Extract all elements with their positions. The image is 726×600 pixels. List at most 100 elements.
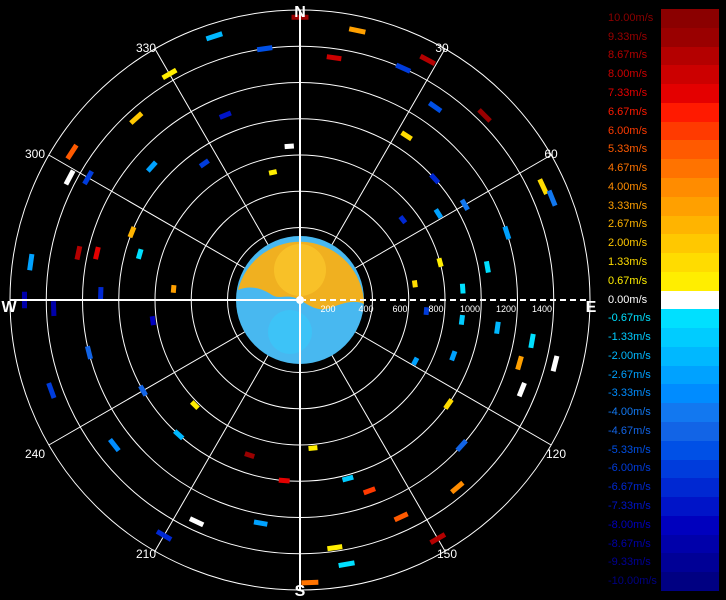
velocity-sample-57 (93, 246, 101, 260)
velocity-sample-11 (398, 215, 408, 225)
velocity-sample-26 (516, 382, 527, 398)
velocity-sample-4 (395, 62, 412, 74)
velocity-sample-69 (268, 169, 278, 176)
legend-label: 8.00m/s (608, 68, 648, 81)
velocity-sample-25 (449, 350, 458, 362)
legend-label: -2.67m/s (608, 368, 651, 381)
direction-label-east: E (586, 299, 597, 316)
velocity-sample-5 (427, 100, 443, 114)
legend-label: 2.67m/s (608, 218, 648, 231)
legend-label: 0.67m/s (608, 274, 648, 287)
velocity-sample-17 (411, 280, 418, 288)
legend-swatch (661, 497, 719, 517)
legend-label: 6.67m/s (608, 105, 648, 118)
velocity-sample-20 (458, 314, 465, 326)
velocity-sample-41 (244, 451, 256, 460)
legend-swatch (661, 234, 719, 254)
legend-label: 3.33m/s (608, 199, 648, 212)
velocity-sample-43 (155, 529, 173, 542)
radar-ppi-chart: N E S W 30 60 120 150 210 240 300 330 20… (1, 4, 597, 600)
legend-label: -9.33m/s (608, 556, 651, 569)
direction-label-north: N (294, 4, 306, 21)
legend-label: 10.00m/s (608, 11, 654, 24)
legend-swatch (661, 403, 719, 423)
legend-swatch (661, 290, 719, 310)
velocity-sample-16 (483, 260, 491, 274)
legend-swatch (661, 65, 719, 85)
velocity-sample-51 (50, 301, 57, 317)
range-label-600: 600 (392, 304, 407, 314)
legend-label: -6.67m/s (608, 481, 651, 494)
velocity-sample-67 (218, 110, 232, 120)
velocity-sample-6 (400, 130, 413, 142)
velocity-sample-23 (550, 355, 560, 372)
velocity-sample-21 (494, 321, 501, 335)
velocity-sample-45 (189, 400, 200, 411)
legend-label: 1.33m/s (608, 255, 648, 268)
legend-swatch (661, 271, 719, 292)
velocity-sample-53 (98, 286, 104, 300)
legend-label: 7.33m/s (608, 86, 648, 99)
legend-swatch (661, 84, 719, 104)
velocity-sample-10 (459, 198, 470, 212)
legend-swatch (661, 422, 719, 442)
velocity-sample-39 (278, 477, 290, 484)
direction-label-west: W (1, 299, 17, 316)
velocity-sample-62 (65, 143, 79, 161)
legend-label: 4.67m/s (608, 162, 648, 175)
range-label-1400: 1400 (532, 304, 552, 314)
velocity-sample-71 (284, 143, 295, 150)
legend-swatch (661, 478, 719, 498)
legend-label: 2.00m/s (608, 237, 648, 250)
velocity-sample-48 (46, 382, 57, 399)
velocity-sample-29 (455, 439, 468, 453)
legend-swatch (661, 534, 719, 554)
legend-swatch (661, 102, 719, 123)
velocity-sample-70 (256, 45, 273, 53)
legend-swatch (661, 196, 719, 216)
velocity-sample-13 (546, 189, 558, 207)
azimuth-label-30: 30 (435, 41, 449, 55)
legend-swatch (661, 440, 719, 461)
velocity-sample-40 (253, 519, 268, 527)
velocity-sample-9 (433, 208, 444, 220)
legend-label: 4.00m/s (608, 180, 648, 193)
velocity-sample-47 (138, 384, 148, 397)
velocity-sample-61 (82, 170, 94, 186)
legend-label: -10.00m/s (608, 575, 657, 588)
velocity-sample-18 (459, 283, 466, 294)
range-label-400: 400 (358, 304, 373, 314)
velocity-sample-14 (502, 225, 512, 240)
legend-swatch (661, 140, 719, 160)
direction-label-south: S (295, 583, 306, 600)
range-label-800: 800 (428, 304, 443, 314)
legend-label: 0.00m/s (608, 293, 648, 306)
range-label-1000: 1000 (460, 304, 480, 314)
legend-swatch (661, 365, 719, 385)
azimuth-label-60: 60 (544, 147, 558, 161)
velocity-sample-28 (443, 398, 454, 410)
velocity-sample-22 (528, 333, 536, 349)
azimuth-label-330: 330 (136, 41, 156, 55)
velocity-sample-56 (74, 245, 83, 261)
velocity-sample-33 (362, 486, 377, 496)
azimuth-label-240: 240 (25, 447, 45, 461)
legend-swatch (661, 572, 719, 592)
legend-label: -4.00m/s (608, 406, 651, 419)
legend-label: -5.33m/s (608, 443, 651, 456)
velocity-sample-12 (537, 178, 549, 195)
cardinal-axes (10, 10, 590, 590)
legend-label: -7.33m/s (608, 500, 651, 513)
velocity-sample-54 (170, 284, 177, 293)
legend-swatch (661, 215, 719, 235)
azimuth-label-150: 150 (437, 547, 457, 561)
velocity-sample-24 (515, 355, 524, 371)
legend-swatch (661, 309, 719, 329)
range-label-1200: 1200 (496, 304, 516, 314)
legend-swatch (661, 328, 719, 348)
velocity-sample-3 (419, 53, 437, 66)
velocity-sample-30 (450, 480, 465, 495)
legend-swatch (661, 253, 719, 273)
legend-label: -6.00m/s (608, 462, 651, 475)
legend-label: -2.00m/s (608, 349, 651, 362)
